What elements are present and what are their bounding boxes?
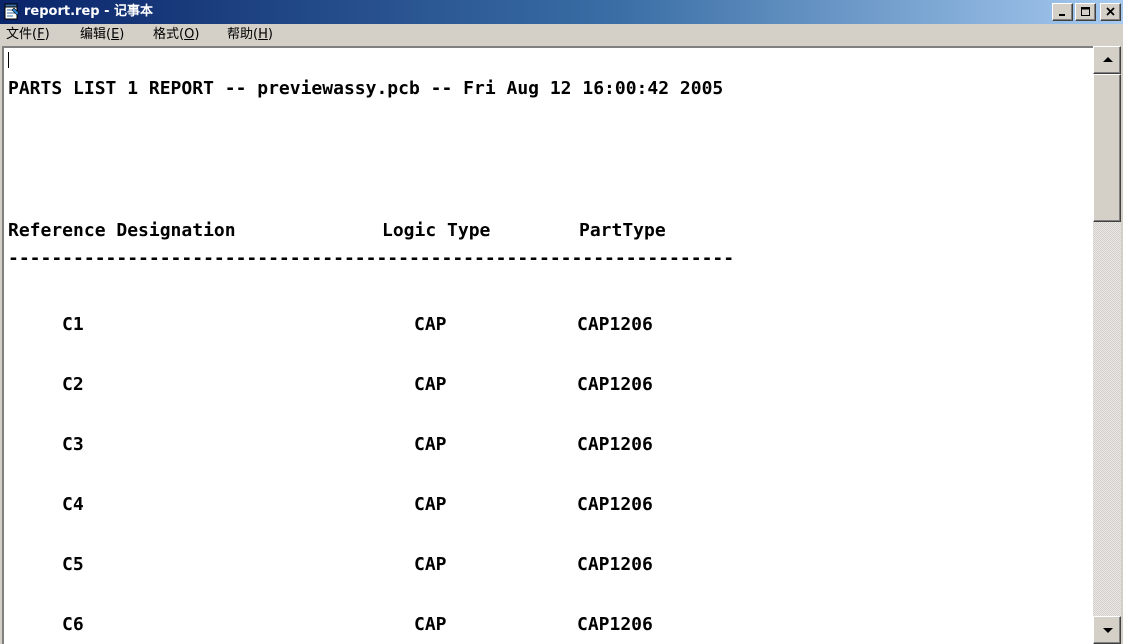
minimize-icon [1058,14,1065,16]
row-ref: C4 [62,494,84,515]
table-row: C4 CAP CAP1206 [4,494,1095,516]
row-part: CAP1206 [577,494,653,515]
menu-help-label: 帮助( [227,27,259,42]
row-ref: C2 [62,374,84,395]
table-row: C3 CAP CAP1206 [4,434,1095,456]
row-logic: CAP [414,554,447,575]
menu-format-accel: O [184,27,195,42]
row-part: CAP1206 [577,434,653,455]
scroll-down-button[interactable] [1093,616,1121,644]
row-ref: C3 [62,434,84,455]
notepad-icon [4,3,20,20]
maximize-button[interactable] [1075,3,1096,21]
menu-format-label: 格式( [153,27,185,42]
menu-edit-label: 编辑( [80,27,112,42]
column-header-row: Reference Designation Logic Type PartTyp… [4,220,1095,242]
row-logic: CAP [414,434,447,455]
menu-file-accel: F [37,27,45,42]
menu-help-tail: ) [267,27,273,42]
row-logic: CAP [414,614,447,635]
menu-edit[interactable]: 编辑(E) [80,27,124,43]
separator-line: ----------------------------------------… [8,248,735,269]
minimize-button[interactable] [1052,3,1073,21]
title-bar[interactable]: report.rep - 记事本 [0,0,1123,24]
vertical-scrollbar[interactable] [1093,46,1121,644]
row-ref: C5 [62,554,84,575]
text-area-frame: PARTS LIST 1 REPORT -- previewassy.pcb -… [2,46,1121,644]
text-caret [8,52,9,68]
maximize-icon [1080,7,1090,16]
arrow-down-icon [1103,628,1113,633]
row-part: CAP1206 [577,314,653,335]
scroll-up-button[interactable] [1093,46,1121,74]
row-logic: CAP [414,494,447,515]
menu-file-label: 文件( [6,27,38,42]
table-row: C1 CAP CAP1206 [4,314,1095,336]
row-part: CAP1206 [577,374,653,395]
window-title: report.rep - 记事本 [24,4,154,19]
menu-file-tail: ) [44,27,50,42]
notepad-window: report.rep - 记事本 文件(F) 编辑(E) 格式(O) 帮助(H)… [0,0,1123,644]
menu-edit-tail: ) [119,27,125,42]
row-ref: C6 [62,614,84,635]
close-button[interactable] [1100,3,1121,21]
menu-help-accel: H [258,27,268,42]
scrollbar-thumb[interactable] [1093,74,1121,222]
table-row: C5 CAP CAP1206 [4,554,1095,576]
menu-help[interactable]: 帮助(H) [227,27,273,43]
row-part: CAP1206 [577,554,653,575]
row-part: CAP1206 [577,614,653,635]
column-header-part: PartType [579,220,666,241]
table-row: C2 CAP CAP1206 [4,374,1095,396]
menu-bar: 文件(F) 编辑(E) 格式(O) 帮助(H) [0,24,1123,46]
row-ref: C1 [62,314,84,335]
column-header-ref: Reference Designation [8,220,236,241]
table-row: C6 CAP CAP1206 [4,614,1095,636]
menu-format-tail: ) [194,27,200,42]
arrow-up-icon [1103,57,1113,62]
report-header-line: PARTS LIST 1 REPORT -- previewassy.pcb -… [8,78,724,99]
text-editor[interactable]: PARTS LIST 1 REPORT -- previewassy.pcb -… [4,48,1095,644]
menu-format[interactable]: 格式(O) [153,27,199,43]
close-icon [1105,7,1115,16]
row-logic: CAP [414,374,447,395]
menu-file[interactable]: 文件(F) [6,27,50,43]
row-logic: CAP [414,314,447,335]
column-header-logic: Logic Type [382,220,491,241]
